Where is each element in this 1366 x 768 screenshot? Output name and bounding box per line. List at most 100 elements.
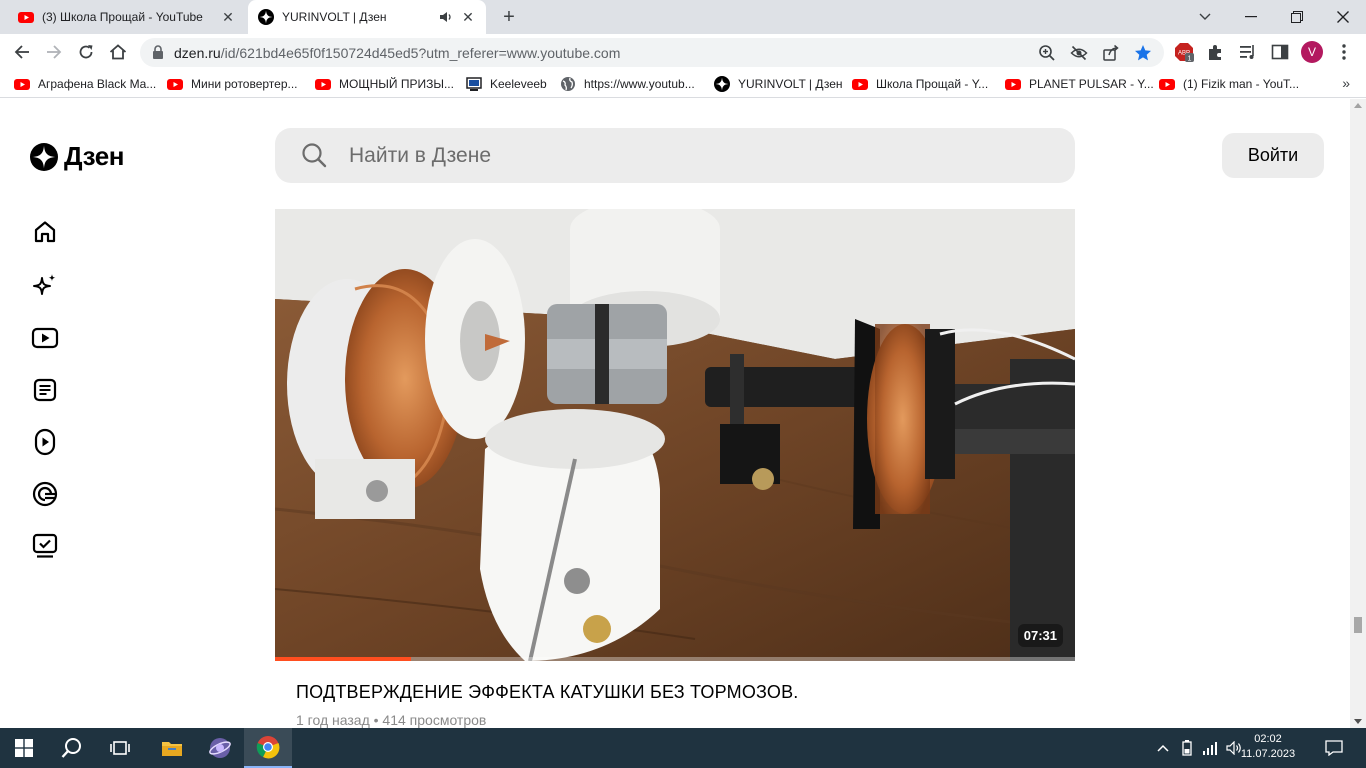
- bookmark-item[interactable]: Keeleveeb: [466, 76, 547, 92]
- bookmark-label: Школа Прощай - Y...: [876, 77, 989, 91]
- profile-avatar[interactable]: V: [1301, 41, 1323, 63]
- home-icon[interactable]: [30, 217, 60, 247]
- speaker-icon[interactable]: [438, 9, 454, 25]
- tab-search-icon[interactable]: [1182, 0, 1228, 34]
- search-icon: [302, 143, 327, 168]
- page-viewport: Дзен Войти: [0, 99, 1350, 728]
- dzen-logo[interactable]: Дзен: [30, 141, 124, 172]
- keeleveeb-icon: [466, 77, 482, 91]
- media-control-icon[interactable]: [1238, 42, 1258, 62]
- bookmark-item[interactable]: МОЩНЫЙ ПРИЗЫ...: [315, 76, 454, 92]
- login-button[interactable]: Войти: [1222, 133, 1324, 178]
- scrollbar-thumb[interactable]: [1354, 617, 1362, 633]
- tv-check-icon[interactable]: [30, 531, 60, 561]
- bookmark-item[interactable]: Аграфена Black Ma...: [14, 76, 156, 92]
- reload-button[interactable]: [72, 38, 100, 66]
- bookmarks-bar: Аграфена Black Ma... Мини ротовертер... …: [0, 70, 1366, 98]
- tab-dzen[interactable]: YURINVOLT | Дзен ✕: [248, 0, 486, 34]
- close-tab-icon[interactable]: ✕: [220, 9, 236, 25]
- tab-youtube[interactable]: (3) Школа Прощай - YouTube ✕: [8, 0, 246, 34]
- page-scrollbar[interactable]: [1350, 99, 1366, 728]
- bookmark-item[interactable]: YURINVOLT | Дзен: [714, 76, 843, 92]
- bookmarks-overflow-button[interactable]: »: [1342, 75, 1350, 91]
- bookmark-item[interactable]: (1) Fizik man - YouT...: [1159, 76, 1299, 92]
- bookmark-item[interactable]: https://www.youtub...: [560, 76, 695, 92]
- lock-icon[interactable]: [152, 45, 164, 59]
- article-icon[interactable]: [30, 375, 60, 405]
- bookmark-label: Keeleveeb: [490, 77, 547, 91]
- browser-toolbar: dzen.ru/id/621bd4e65f0f150724d45ed5?utm_…: [0, 34, 1366, 70]
- scroll-up-arrow[interactable]: [1354, 103, 1362, 108]
- bookmark-label: PLANET PULSAR - Y...: [1029, 77, 1154, 91]
- tab-title: (3) Школа Прощай - YouTube: [42, 10, 203, 24]
- search-bar[interactable]: [275, 128, 1075, 183]
- chrome-taskbar-icon[interactable]: [244, 728, 292, 768]
- forward-button[interactable]: [40, 38, 68, 66]
- bookmark-label: МОЩНЫЙ ПРИЗЫ...: [339, 77, 454, 91]
- notifications-icon[interactable]: [1318, 728, 1350, 768]
- taskbar-search-icon[interactable]: [48, 728, 96, 768]
- clock-time: 02:02: [1254, 733, 1282, 745]
- adblock-icon[interactable]: ABP 1: [1174, 42, 1194, 63]
- subscriptions-icon[interactable]: [30, 479, 60, 509]
- video-duration: 07:31: [1017, 624, 1063, 647]
- back-button[interactable]: [8, 38, 36, 66]
- url-path: /id/621bd4e65f0f150724d45ed5?utm_referer…: [220, 45, 621, 61]
- video-title[interactable]: ПОДТВЕРЖДЕНИЕ ЭФФЕКТА КАТУШКИ БЕЗ ТОРМОЗ…: [296, 682, 799, 703]
- globe-icon: [561, 77, 575, 91]
- app-icon[interactable]: [196, 728, 244, 768]
- youtube-icon: [14, 79, 30, 90]
- battery-icon[interactable]: [1178, 728, 1196, 768]
- bookmark-item[interactable]: Мини ротовертер...: [167, 76, 298, 92]
- bookmark-star-icon[interactable]: [1134, 44, 1152, 62]
- video-progress-fill: [275, 657, 411, 661]
- video-meta: 1 год назад • 414 просмотров: [296, 712, 487, 728]
- sparkle-icon[interactable]: [30, 271, 60, 301]
- show-hidden-icons-icon[interactable]: [1154, 728, 1172, 768]
- eye-off-icon[interactable]: [1070, 44, 1088, 62]
- close-window-button[interactable]: [1320, 0, 1366, 34]
- ext-badge: 1: [1188, 56, 1192, 63]
- windows-taskbar: 02:02 11.07.2023: [0, 728, 1366, 768]
- home-button[interactable]: [104, 38, 132, 66]
- dzen-icon: [714, 76, 730, 92]
- youtube-icon: [1159, 79, 1175, 90]
- youtube-icon: [1005, 79, 1021, 90]
- taskbar-clock[interactable]: 02:02 11.07.2023: [1240, 732, 1296, 762]
- extensions-icon[interactable]: [1206, 42, 1226, 62]
- search-input[interactable]: [349, 128, 1049, 183]
- video-frame: [275, 209, 1075, 661]
- windows-start-icon[interactable]: [0, 728, 48, 768]
- file-explorer-icon[interactable]: [148, 728, 196, 768]
- url-text: dzen.ru/id/621bd4e65f0f150724d45ed5?utm_…: [174, 45, 620, 61]
- tab-strip: (3) Школа Прощай - YouTube ✕ YURINVOLT |…: [0, 0, 1366, 34]
- logo-text: Дзен: [64, 141, 124, 171]
- network-icon[interactable]: [1200, 728, 1220, 768]
- bookmark-label: YURINVOLT | Дзен: [738, 77, 843, 91]
- close-tab-icon[interactable]: ✕: [460, 9, 476, 25]
- video-progress-bar[interactable]: [275, 657, 1075, 661]
- restore-button[interactable]: [1274, 0, 1320, 34]
- youtube-icon: [167, 79, 183, 90]
- chrome-menu-icon[interactable]: [1334, 42, 1354, 62]
- bookmark-item[interactable]: Школа Прощай - Y...: [852, 76, 988, 92]
- video-player[interactable]: 07:31: [275, 209, 1075, 661]
- youtube-icon: [315, 79, 331, 90]
- shorts-icon[interactable]: [30, 427, 60, 457]
- new-tab-button[interactable]: +: [499, 7, 519, 27]
- bookmark-label: Аграфена Black Ma...: [38, 77, 157, 91]
- bookmark-label: https://www.youtub...: [584, 77, 695, 91]
- zoom-icon[interactable]: [1038, 44, 1056, 62]
- bookmark-item[interactable]: PLANET PULSAR - Y...: [1005, 76, 1154, 92]
- video-icon[interactable]: [30, 323, 60, 353]
- share-icon[interactable]: [1102, 44, 1120, 62]
- task-view-icon[interactable]: [96, 728, 144, 768]
- side-panel-icon[interactable]: [1270, 42, 1290, 62]
- minimize-button[interactable]: [1228, 0, 1274, 34]
- scroll-down-arrow[interactable]: [1354, 719, 1362, 724]
- youtube-icon: [18, 12, 34, 23]
- clock-date: 11.07.2023: [1240, 748, 1296, 760]
- bookmark-label: (1) Fizik man - YouT...: [1183, 77, 1300, 91]
- dzen-icon: [258, 9, 274, 25]
- address-bar[interactable]: dzen.ru/id/621bd4e65f0f150724d45ed5?utm_…: [140, 38, 1164, 67]
